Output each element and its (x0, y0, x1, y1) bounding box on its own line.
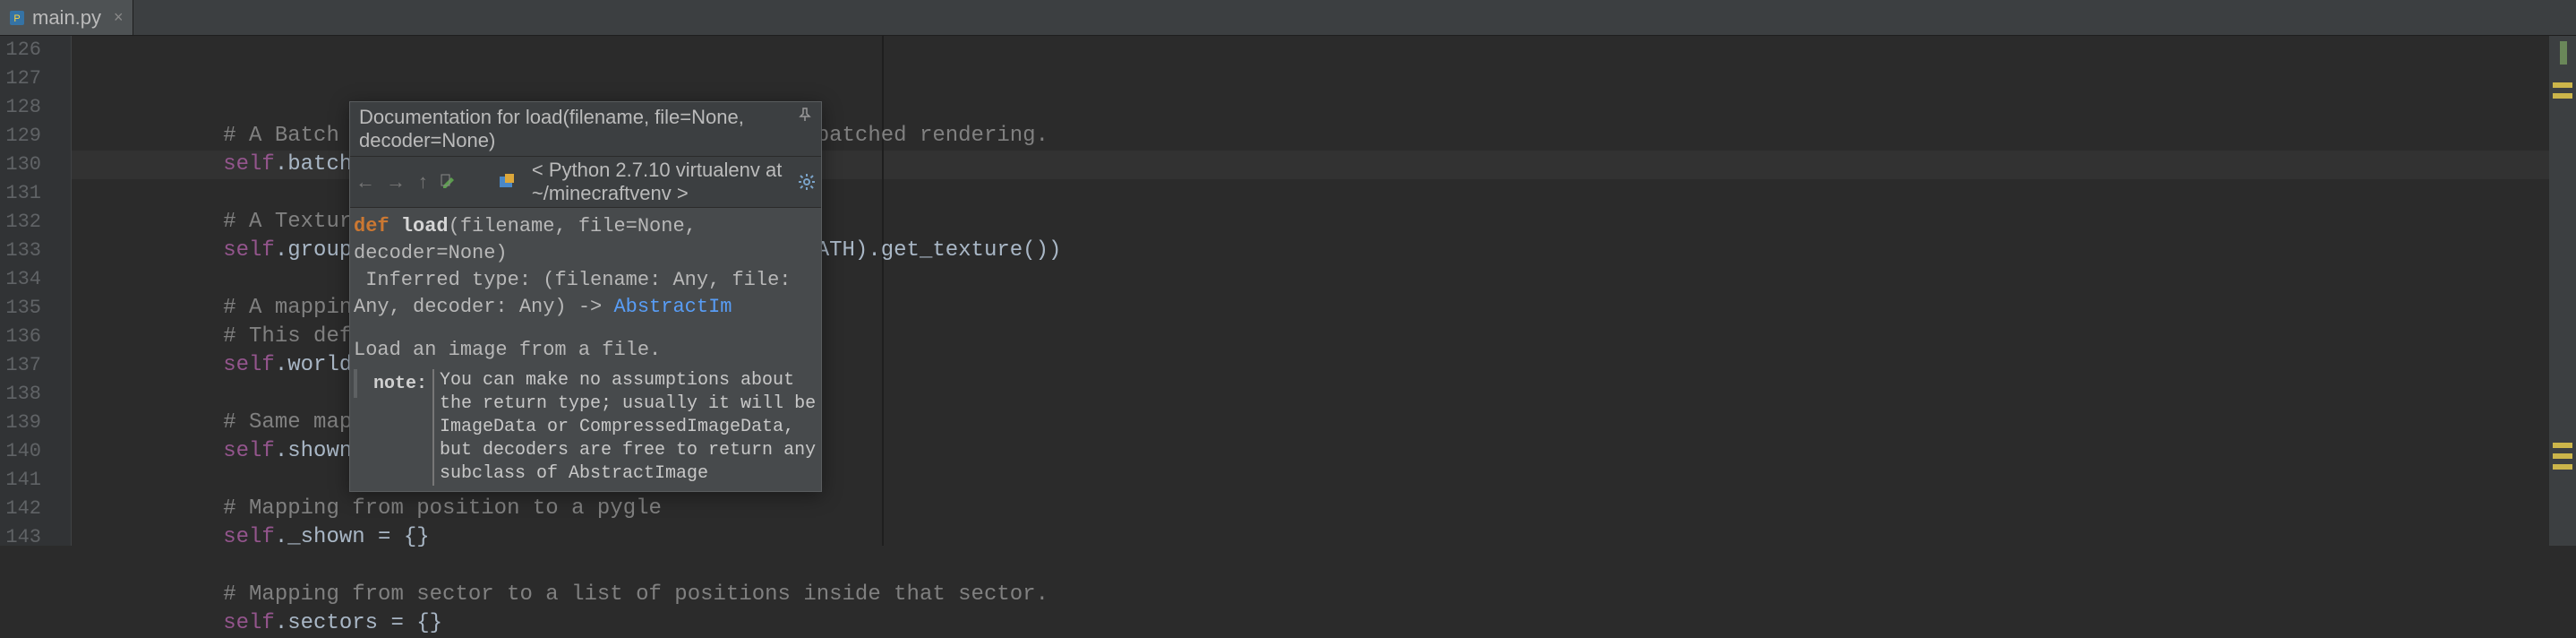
close-icon[interactable]: × (114, 8, 124, 27)
warning-marker[interactable] (2553, 82, 2572, 88)
forward-icon[interactable]: → (386, 171, 406, 193)
doc-title-bar[interactable]: Documentation for load(filename, file=No… (350, 102, 821, 156)
doc-title-text: Documentation for load(filename, file=No… (359, 106, 812, 152)
doc-fn-name: load (401, 215, 449, 237)
keyword-def: def (354, 215, 389, 237)
fold-column (54, 36, 72, 546)
code-line[interactable]: # Mapping from sector to a list of posit… (120, 581, 2576, 609)
inferred-label: Inferred type: (365, 269, 531, 291)
gear-icon[interactable] (798, 171, 816, 193)
edit-source-icon[interactable] (441, 171, 458, 193)
code-line[interactable]: # Mapping from position to a pygle (120, 495, 2576, 523)
external-doc-icon[interactable] (498, 171, 516, 193)
file-tab-main[interactable]: P main.py × (0, 0, 133, 35)
inspection-ok-marker (2560, 41, 2567, 65)
doc-inferred: Inferred type: (filename: Any, file: Any… (354, 267, 817, 321)
inferred-return-link[interactable]: AbstractIm (613, 296, 732, 318)
doc-venv-label: < Python 2.7.10 virtualenv at ~/minecraf… (532, 159, 787, 205)
back-icon[interactable]: ← (355, 171, 375, 193)
python-file-icon: P (9, 10, 25, 26)
note-label: note: (354, 369, 432, 398)
doc-note: note: You can make no assumptions about … (354, 369, 817, 486)
svg-text:P: P (13, 13, 20, 24)
code-line[interactable]: self._shown = {} (120, 523, 2576, 552)
doc-description: Load an image from a file. (354, 337, 817, 364)
tab-bar: P main.py × (0, 0, 2576, 36)
doc-toolbar: ← → ↑ < Python 2.7.10 virtualenv at ~/mi… (350, 156, 821, 208)
up-icon[interactable]: ↑ (416, 171, 430, 193)
quick-doc-popup: Documentation for load(filename, file=No… (349, 101, 822, 492)
doc-body: def load(filename, file=None, decoder=No… (350, 208, 821, 491)
code-line[interactable] (120, 552, 2576, 581)
pin-icon[interactable] (798, 108, 812, 126)
code-line[interactable]: self.sectors = {} (120, 609, 2576, 638)
doc-signature: def load(filename, file=None, decoder=No… (354, 213, 817, 267)
line-number-gutter: 126 127 128 129 130 131 132 133 134 135 … (0, 36, 54, 546)
warning-marker[interactable] (2553, 93, 2572, 99)
tab-filename: main.py (32, 6, 101, 30)
note-text: You can make no assumptions about the re… (432, 369, 817, 486)
